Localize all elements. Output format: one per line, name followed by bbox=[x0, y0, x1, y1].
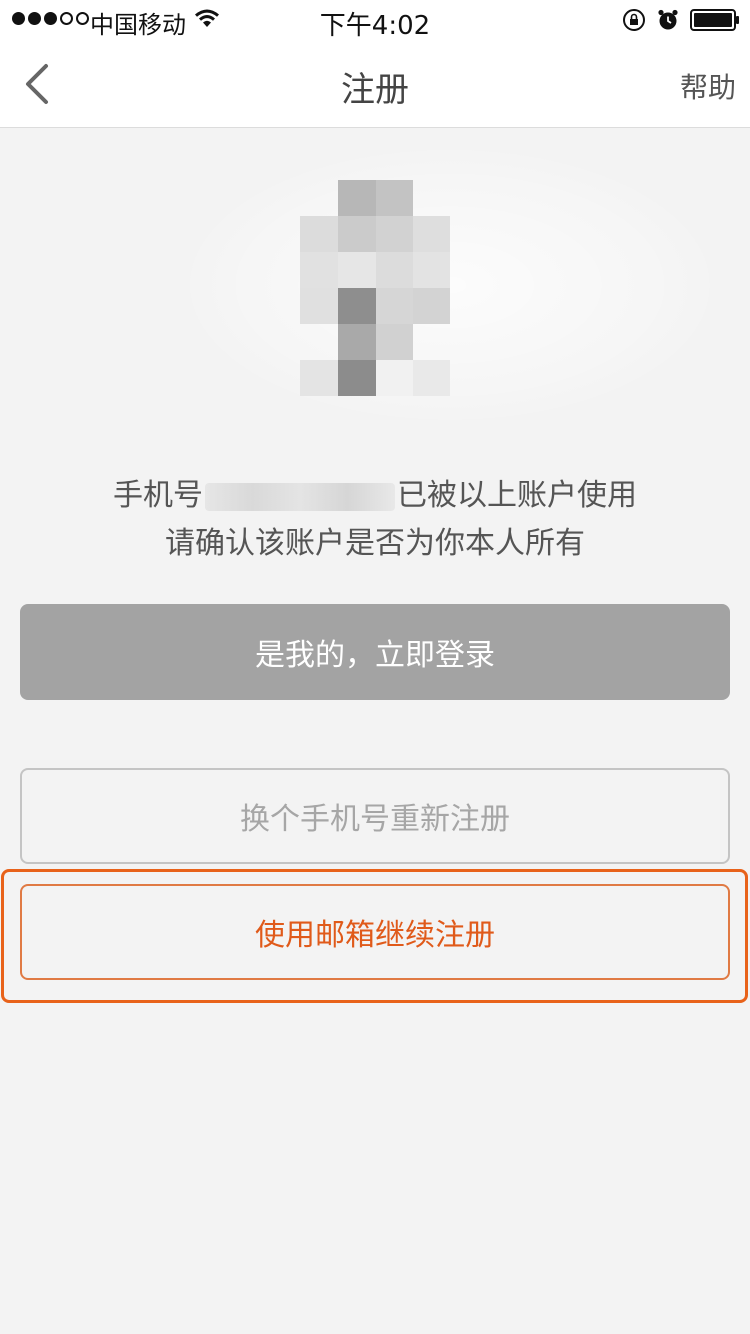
navigation-bar: 注册 帮助 bbox=[0, 40, 750, 128]
login-button[interactable]: 是我的，立即登录 bbox=[20, 604, 730, 700]
info-phone-suffix: 已被以上账户使用 bbox=[397, 478, 637, 513]
email-register-button[interactable]: 使用邮箱继续注册 bbox=[20, 884, 730, 980]
avatar bbox=[300, 180, 450, 396]
change-phone-button[interactable]: 换个手机号重新注册 bbox=[20, 768, 730, 864]
account-info-text: 手机号 已被以上账户使用 请确认该账户是否为你本人所有 bbox=[0, 472, 750, 568]
alarm-icon bbox=[658, 9, 678, 30]
info-line-1: 手机号 已被以上账户使用 bbox=[0, 472, 750, 520]
page-title: 注册 bbox=[341, 70, 409, 110]
status-bar: 中国移动 下午4:02 bbox=[0, 0, 750, 41]
masked-phone-number bbox=[205, 482, 395, 511]
battery-icon bbox=[690, 9, 739, 31]
avatar-glow bbox=[190, 150, 710, 420]
rotation-lock-icon bbox=[623, 9, 645, 31]
help-button[interactable]: 帮助 bbox=[680, 66, 736, 106]
info-phone-prefix: 手机号 bbox=[113, 478, 203, 513]
info-line-2: 请确认该账户是否为你本人所有 bbox=[165, 526, 585, 561]
